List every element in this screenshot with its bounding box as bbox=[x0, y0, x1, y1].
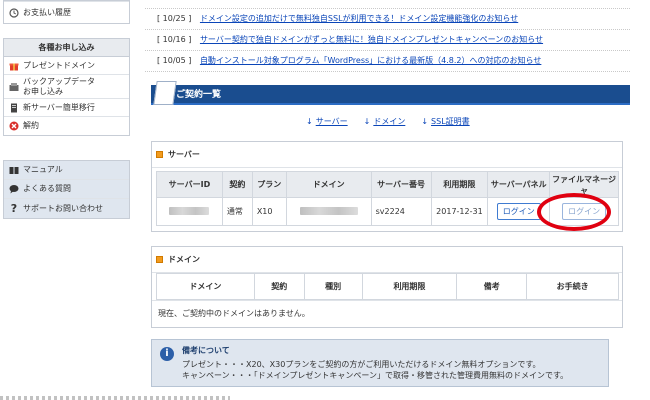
domain-panel: ドメイン ドメイン 契約 種別 利用期限 備考 お手続き 現在、ご契約中のドメイ… bbox=[151, 246, 623, 328]
anchor-domain[interactable]: ↓ ドメイン bbox=[364, 116, 406, 127]
domain-panel-header: ドメイン bbox=[152, 247, 622, 273]
sidebar-item-backup[interactable]: バックアップデータ お申し込み bbox=[4, 75, 129, 99]
notes-line: プレゼント・・・X20、X30プランをご契約の方がご利用いただけるドメイン無料オ… bbox=[182, 360, 541, 369]
status-bar-fragment bbox=[0, 396, 230, 400]
arrow-down-icon: ↓ bbox=[306, 117, 313, 126]
contract-tab-icon bbox=[153, 81, 177, 105]
contract-title: ご契約一覧 bbox=[176, 90, 222, 100]
sidebar-top-box: お支払い履歴 bbox=[3, 0, 130, 24]
sidebar-item-present-domain[interactable]: プレゼントドメイン bbox=[4, 57, 129, 75]
sidebar-item-payment-history[interactable]: お支払い履歴 bbox=[4, 1, 129, 23]
news-list: [ 10/25 ] ドメイン設定の追加だけで無料独自SSLが利用できる！ドメイン… bbox=[145, 0, 630, 72]
anchor-links: ↓ サーバー ↓ ドメイン ↓ SSL証明書 bbox=[306, 116, 470, 127]
sidebar-item-manual[interactable]: マニュアル bbox=[4, 161, 129, 180]
anchor-ssl[interactable]: ↓ SSL証明書 bbox=[421, 116, 469, 127]
gift-icon bbox=[9, 61, 19, 71]
sidebar-item-faq[interactable]: よくある質問 bbox=[4, 180, 129, 199]
sidebar-item-label: 新サーバー簡単移行 bbox=[23, 102, 95, 112]
plan-cell: X10 bbox=[251, 197, 287, 226]
notes-box: i 備考について プレゼント・・・X20、X30プランをご契約の方がご利用いただ… bbox=[151, 339, 609, 387]
sidebar-item-label: お支払い履歴 bbox=[23, 7, 71, 17]
sidebar-help-box: マニュアル よくある質問 ? サポートお問い合わせ bbox=[3, 160, 130, 219]
domain-cell bbox=[285, 197, 372, 226]
expiry-cell: 2017-12-31 bbox=[430, 197, 489, 226]
arrow-down-icon: ↓ bbox=[363, 117, 371, 126]
notes-line: キャンペーン・・・「ドメインプレゼントキャンペーン」で取得・移管された管理費用無… bbox=[182, 371, 569, 380]
sidebar-item-cancel[interactable]: 解約 bbox=[4, 117, 129, 135]
contract-cell: 通常 bbox=[221, 197, 253, 226]
book-icon bbox=[9, 165, 19, 175]
sidebar-item-support[interactable]: ? サポートお問い合わせ bbox=[4, 199, 129, 218]
server-id-cell bbox=[156, 197, 223, 226]
server-panel-login-button[interactable]: ログイン bbox=[496, 203, 541, 220]
info-icon: i bbox=[160, 347, 174, 361]
table-header-row: サーバーID 契約 プラン ドメイン サーバー番号 利用期限 サーバーパネル フ… bbox=[156, 171, 619, 198]
anchor-server[interactable]: ↓ サーバー bbox=[306, 116, 348, 127]
news-item bbox=[145, 0, 630, 9]
news-link[interactable]: サーバー契約で独自ドメインがずっと無料に！独自ドメインプレゼントキャンペーンのお… bbox=[200, 35, 543, 44]
table-header-row: ドメイン 契約 種別 利用期限 備考 お手続き bbox=[156, 273, 619, 300]
server-panel-header: サーバー bbox=[152, 142, 622, 168]
cancel-icon bbox=[9, 121, 19, 131]
server-number-cell: sv2224 bbox=[370, 197, 432, 226]
sidebar-item-label: サポートお問い合わせ bbox=[23, 203, 103, 213]
sidebar-item-label: マニュアル bbox=[23, 165, 63, 174]
news-item: [ 10/16 ] サーバー契約で独自ドメインがずっと無料に！独自ドメインプレゼ… bbox=[145, 30, 630, 51]
no-domain-message: 現在、ご契約中のドメインはありません。 bbox=[152, 300, 622, 326]
server-icon bbox=[9, 103, 19, 113]
arrow-down-icon: ↓ bbox=[421, 117, 429, 126]
clock-icon bbox=[9, 7, 19, 18]
sidebar-item-label: よくある質問 bbox=[23, 184, 71, 193]
news-item: [ 10/05 ] 自動インストール対象プログラム「WordPress」における… bbox=[145, 51, 630, 72]
redacted-block bbox=[299, 206, 358, 215]
square-bullet-icon bbox=[156, 151, 163, 158]
notes-title: 備考について bbox=[182, 346, 230, 355]
chat-icon bbox=[9, 184, 19, 194]
sidebar-item-label: バックアップデータ お申し込み bbox=[23, 76, 95, 96]
news-item: [ 10/25 ] ドメイン設定の追加だけで無料独自SSLが利用できる！ドメイン… bbox=[145, 9, 630, 30]
contract-header-bar bbox=[151, 85, 630, 105]
sidebar-apply-title: 各種お申し込み bbox=[4, 39, 129, 57]
backup-icon bbox=[9, 82, 19, 92]
domain-table: ドメイン 契約 種別 利用期限 備考 お手続き bbox=[156, 273, 619, 300]
sidebar-item-migration[interactable]: 新サーバー簡単移行 bbox=[4, 99, 129, 117]
news-link[interactable]: 自動インストール対象プログラム「WordPress」における最新版（4.8.2）… bbox=[200, 56, 541, 65]
square-bullet-icon bbox=[156, 256, 163, 263]
highlight-circle bbox=[537, 193, 611, 231]
redacted-block bbox=[169, 206, 210, 215]
question-icon: ? bbox=[10, 201, 18, 215]
sidebar-item-label: 解約 bbox=[23, 121, 39, 130]
news-link[interactable]: ドメイン設定の追加だけで無料独自SSLが利用できる！ドメイン設定機能強化のお知ら… bbox=[200, 14, 518, 23]
sidebar-item-label: プレゼントドメイン bbox=[23, 60, 95, 70]
sidebar-apply-box: 各種お申し込み プレゼントドメイン バックアップデータ お申し込み 新サーバー簡… bbox=[3, 38, 130, 136]
